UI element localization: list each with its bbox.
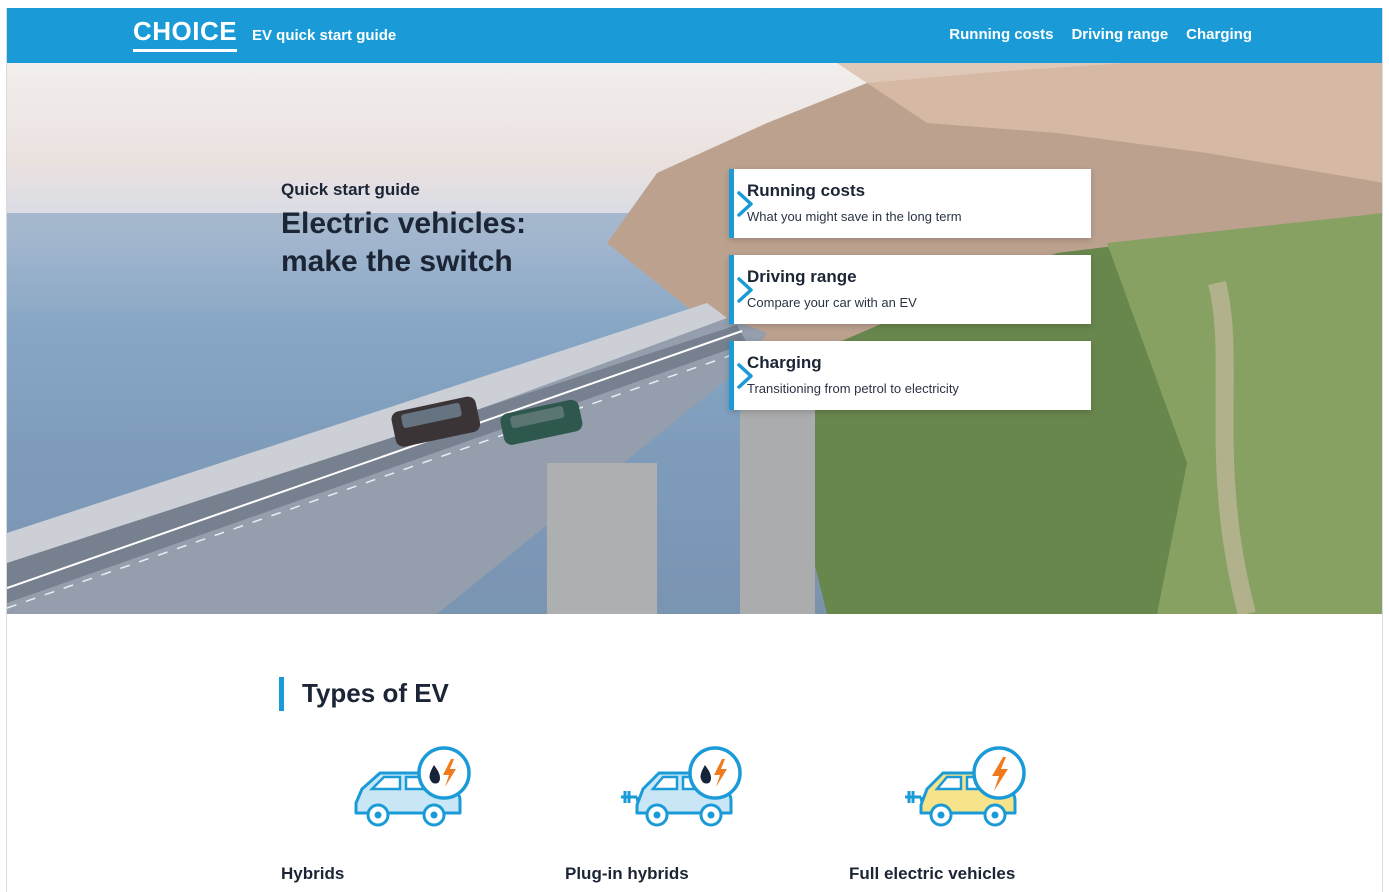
chevron-right-icon (737, 277, 753, 303)
card-subtitle: Compare your car with an EV (747, 295, 917, 310)
headline-line-1: Electric vehicles: (281, 207, 527, 240)
hero-eyebrow: Quick start guide (281, 180, 420, 199)
choice-logo[interactable]: CHOICE (133, 16, 237, 46)
logo-underline (133, 49, 237, 52)
hybrid-car-icon[interactable] (350, 741, 478, 841)
plug-in-hybrid-car-icon[interactable] (615, 741, 743, 841)
card-title: Running costs (747, 181, 866, 200)
section-accent-bar (279, 677, 284, 711)
type-label-plug-in-hybrids[interactable]: Plug-in hybrids (565, 864, 689, 884)
card-title: Charging (747, 353, 822, 372)
card-driving-range[interactable]: Driving range Compare your car with an E… (729, 255, 1091, 324)
hero-headline: Electric vehicles: make the switch (281, 205, 526, 281)
card-title: Driving range (747, 267, 857, 286)
card-subtitle: Transitioning from petrol to electricity (747, 381, 959, 396)
full-electric-car-icon[interactable] (899, 741, 1027, 841)
section-title: Types of EV (302, 678, 449, 708)
top-navigation-bar: CHOICE EV quick start guide Running cost… (7, 8, 1382, 63)
card-running-costs[interactable]: Running costs What you might save in the… (729, 169, 1091, 238)
app-title: EV quick start guide (252, 27, 397, 44)
top-nav: Running costs Driving range Charging (949, 26, 1252, 43)
headline-line-2: make the switch (281, 245, 513, 278)
hero-banner: Quick start guide Electric vehicles: mak… (7, 63, 1382, 614)
card-charging[interactable]: Charging Transitioning from petrol to el… (729, 341, 1091, 410)
nav-driving-range[interactable]: Driving range (1071, 26, 1168, 43)
chevron-right-icon (737, 191, 753, 217)
chevron-right-icon (737, 363, 753, 389)
type-label-full-electric[interactable]: Full electric vehicles (849, 864, 1015, 884)
hero-coastal-bridge-image (7, 63, 1382, 614)
nav-charging[interactable]: Charging (1186, 26, 1252, 43)
type-label-hybrids[interactable]: Hybrids (281, 864, 344, 884)
nav-running-costs[interactable]: Running costs (949, 26, 1053, 43)
page-frame: CHOICE EV quick start guide Running cost… (6, 8, 1383, 892)
card-subtitle: What you might save in the long term (747, 209, 962, 224)
